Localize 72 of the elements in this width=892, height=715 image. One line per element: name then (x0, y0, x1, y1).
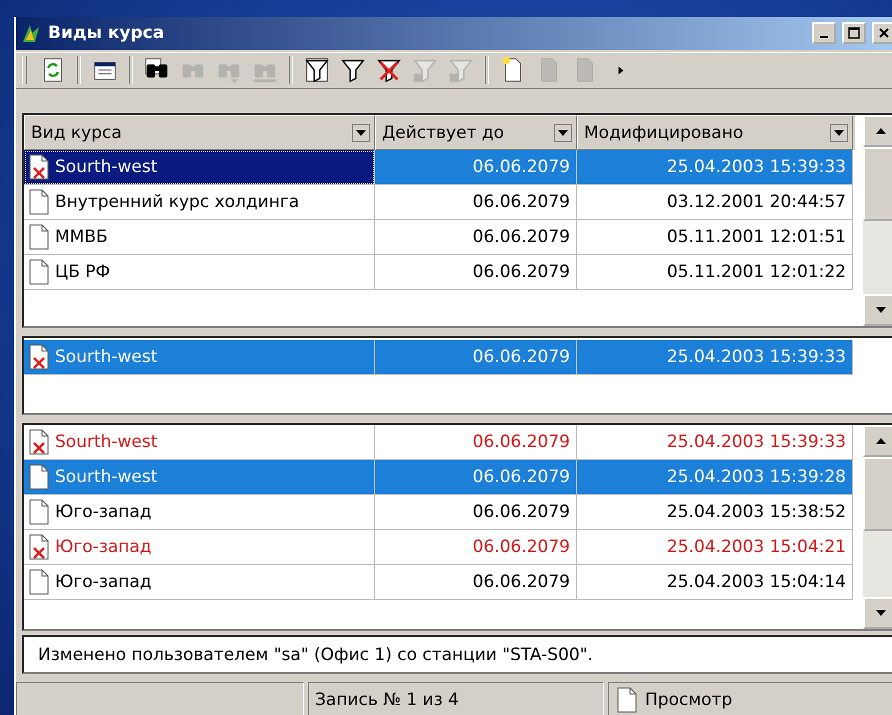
scroll-down-icon (356, 130, 366, 136)
table-cell: 06.06.2079 (375, 460, 577, 496)
table-cell: 25.04.2003 15:04:21 (577, 530, 853, 566)
scroll-up-button[interactable] (863, 425, 892, 458)
scroll-down-icon (834, 130, 844, 136)
scroll-thumb[interactable] (863, 147, 892, 222)
scroll-up-icon (876, 438, 886, 444)
table-cell: 05.11.2001 12:01:22 (577, 255, 853, 290)
scroll-up-icon (876, 128, 886, 134)
table-cell[interactable]: Юго-запад (24, 495, 375, 530)
mode-label: Просмотр (645, 690, 732, 710)
table-cell: 06.06.2079 (375, 565, 577, 600)
close-icon (879, 28, 889, 38)
table-cell[interactable]: Sourth-west (24, 460, 375, 496)
dropdown-button[interactable] (830, 124, 848, 142)
row-name: Sourth-west (55, 346, 158, 367)
table-cell[interactable]: Sourth-west (24, 340, 375, 375)
scroll-down-icon (876, 306, 886, 313)
table-cell: 05.11.2001 12:01:51 (577, 220, 853, 256)
table-cell: 25.04.2003 15:39:33 (577, 150, 853, 186)
minimize-button[interactable] (812, 22, 836, 44)
info-text: Изменено пользователем "sa" (Офис 1) со станции "STA-S00". (22, 634, 892, 674)
table-cell[interactable]: ЦБ РФ (24, 255, 375, 290)
row-name: Юго-запад (55, 537, 152, 558)
row-name: Юго-запад (55, 502, 152, 522)
table-cell[interactable]: Sourth-west (24, 425, 375, 460)
chevron-icon (618, 66, 624, 75)
maximize-button[interactable] (842, 22, 866, 44)
row-name: Sourth-west (55, 432, 158, 452)
scroll-up-button[interactable] (863, 115, 892, 148)
table-cell[interactable]: Юго-запад (24, 565, 375, 600)
dropdown-button[interactable] (554, 124, 572, 142)
minimize-icon (820, 36, 828, 38)
table-cell[interactable]: Внутренний курс холдинга (24, 185, 375, 220)
table-cell: 25.04.2003 15:04:14 (577, 565, 853, 600)
scrollbar[interactable] (863, 115, 892, 326)
table-cell[interactable]: ММВБ (24, 220, 375, 256)
scroll-down-button[interactable] (863, 596, 892, 629)
maximize-icon (848, 27, 860, 40)
dropdown-button[interactable] (352, 124, 370, 142)
scroll-thumb[interactable] (863, 457, 892, 532)
table-cell: 25.04.2003 15:38:52 (577, 495, 853, 530)
row-name: ЦБ РФ (55, 262, 110, 282)
window-title: Виды курса (48, 23, 166, 44)
table-cell[interactable]: Sourth-west (24, 150, 375, 186)
scroll-down-icon (558, 130, 568, 136)
table-cell: 25.04.2003 15:39:33 (577, 340, 853, 375)
row-name: Sourth-west (55, 467, 158, 488)
column-header[interactable]: Вид курса (24, 115, 375, 150)
scroll-down-icon (876, 610, 886, 616)
table-cell: 06.06.2079 (375, 495, 577, 530)
table-cell: 06.06.2079 (375, 255, 577, 290)
column-header[interactable]: Модифицировано (577, 115, 853, 150)
record-counter: Запись № 1 из 4 (308, 682, 604, 715)
close-button[interactable] (872, 22, 892, 44)
table-cell: 03.12.2001 20:44:57 (577, 185, 853, 220)
scrollbar[interactable] (863, 425, 892, 629)
table-cell: 06.06.2079 (375, 220, 577, 256)
row-name: Sourth-west (55, 157, 158, 178)
table-cell: 06.06.2079 (375, 150, 577, 186)
row-name: ММВБ (55, 227, 108, 248)
table-cell[interactable]: Юго-запад (24, 530, 375, 566)
row-name: Юго-запад (55, 572, 152, 592)
table-cell: 06.06.2079 (375, 185, 577, 220)
table-cell: 06.06.2079 (375, 425, 577, 460)
scroll-down-button[interactable] (863, 294, 892, 326)
table-cell: 06.06.2079 (375, 530, 577, 566)
column-header[interactable]: Действует до (375, 115, 577, 150)
table-cell: 25.04.2003 15:39:28 (577, 460, 853, 496)
row-name: Внутренний курс холдинга (55, 192, 300, 212)
table-cell: 06.06.2079 (375, 340, 577, 375)
table-cell: 25.04.2003 15:39:33 (577, 425, 853, 460)
